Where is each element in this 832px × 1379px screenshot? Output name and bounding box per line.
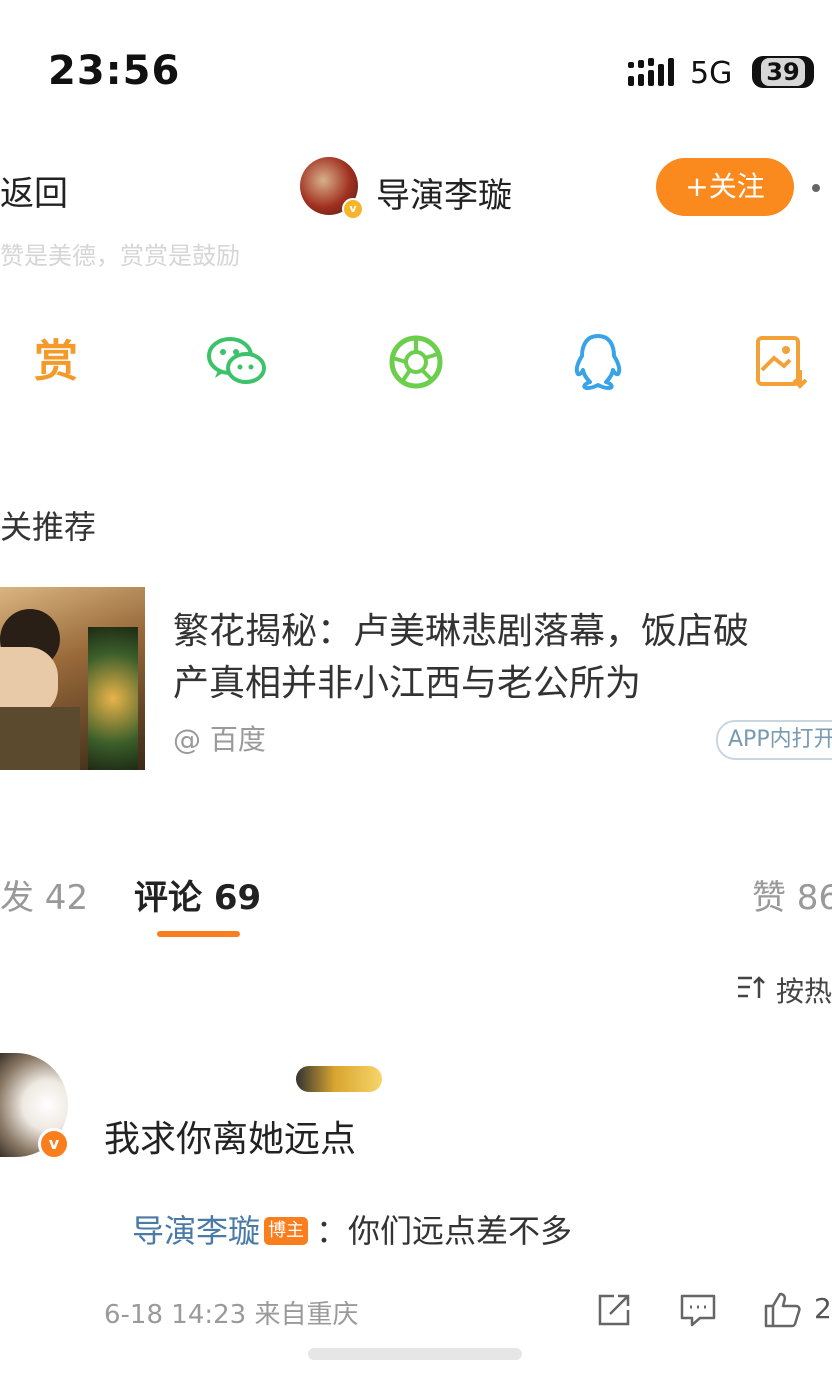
sort-by-hot-button[interactable]: 按热 (776, 970, 832, 1010)
open-in-app-button[interactable]: APP内打开 (716, 720, 832, 760)
reward-icon: 赏 (34, 336, 78, 387)
verified-badge-icon: v (342, 198, 364, 220)
reply-line[interactable]: 导演李璇 博主 ：你们远点差不多 (132, 1206, 572, 1252)
save-image-icon[interactable] (750, 330, 814, 394)
tab-likes[interactable]: 赞 86 (752, 870, 832, 919)
tab-comments[interactable]: 评论 69 (134, 870, 261, 919)
like-icon[interactable] (762, 1290, 802, 1330)
tab-reposts[interactable]: 发 42 (0, 870, 88, 919)
more-icon[interactable] (812, 184, 820, 192)
reply-author[interactable]: 导演李璇 (132, 1212, 260, 1250)
network-type: 5G (690, 56, 733, 91)
verified-badge-icon: v (38, 1128, 70, 1160)
battery-level: 39 (761, 58, 805, 86)
author-name[interactable]: 导演李璇 (376, 168, 512, 217)
status-time: 23:56 (48, 48, 181, 94)
follow-button[interactable]: +关注 (656, 158, 794, 216)
reward-note: 赞是美德，赏赏是鼓励 (0, 242, 240, 270)
home-indicator (308, 1348, 522, 1360)
comment-icon[interactable] (678, 1290, 718, 1330)
comment-meta: 6-18 14:23 来自重庆 (104, 1300, 359, 1330)
cellular-signal-icon (628, 58, 674, 86)
back-button[interactable]: 返回 (0, 166, 68, 215)
article-thumbnail[interactable] (0, 587, 145, 770)
user-level-badge-icon (296, 1066, 382, 1092)
like-count: 2 (814, 1292, 832, 1325)
reply-text: ：你们远点差不多 (316, 1212, 573, 1250)
qq-icon[interactable] (566, 330, 630, 394)
article-title[interactable]: 繁花揭秘：卢美琳悲剧落幕，饭店破 产真相并非小江西与老公所为 (173, 606, 832, 710)
author-badge: 博主 (264, 1217, 309, 1245)
wechat-icon[interactable] (204, 330, 268, 394)
sort-icon[interactable] (736, 974, 766, 1000)
article-source: @ 百度 (173, 723, 266, 756)
moments-icon[interactable] (384, 330, 448, 394)
share-icon[interactable] (594, 1290, 634, 1330)
reward-button[interactable]: 赏 (24, 330, 88, 394)
active-tab-indicator (157, 931, 240, 937)
related-section-title: 关推荐 (0, 508, 97, 546)
comment-text: 我求你离她远点 (104, 1119, 357, 1160)
commenter-name-redacted[interactable] (104, 1062, 304, 1092)
